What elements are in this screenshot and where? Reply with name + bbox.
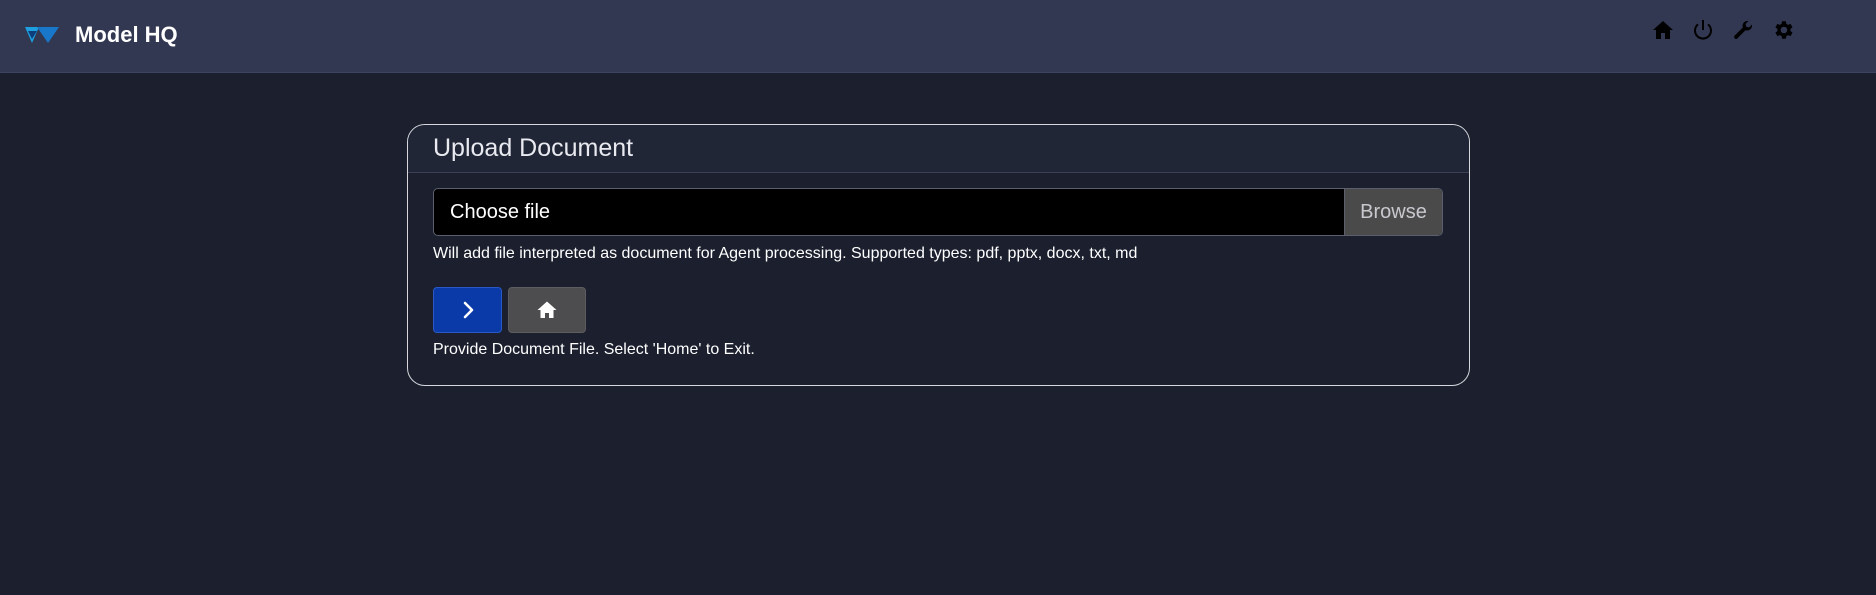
file-input[interactable]: Choose file Browse	[433, 188, 1443, 236]
status-text: Provide Document File. Select 'Home' to …	[433, 341, 755, 358]
home-button[interactable]	[508, 287, 586, 333]
nav-icon-bar	[1650, 17, 1796, 43]
brand[interactable]: Model HQ	[25, 20, 178, 50]
card-body: Choose file Browse Will add file interpr…	[408, 173, 1469, 359]
power-icon[interactable]	[1690, 17, 1716, 43]
browse-button[interactable]: Browse	[1344, 189, 1442, 235]
supported-types-help: Will add file interpreted as document fo…	[433, 245, 1138, 262]
chevron-right-icon	[463, 301, 473, 319]
home-icon[interactable]	[1650, 17, 1676, 43]
card-title: Upload Document	[433, 134, 634, 162]
file-input-label[interactable]: Choose file	[434, 189, 1344, 235]
card-header: Upload Document	[408, 125, 1469, 173]
model-hq-logo-icon	[25, 27, 59, 43]
home-icon	[537, 301, 557, 318]
gear-icon[interactable]	[1770, 17, 1796, 43]
top-navbar: Model HQ	[0, 0, 1876, 73]
upload-document-card: Upload Document Choose file Browse Will …	[407, 124, 1470, 386]
action-buttons	[433, 287, 1444, 333]
next-button[interactable]	[433, 287, 502, 333]
app-title: Model HQ	[75, 22, 178, 47]
wrench-icon[interactable]	[1730, 17, 1756, 43]
